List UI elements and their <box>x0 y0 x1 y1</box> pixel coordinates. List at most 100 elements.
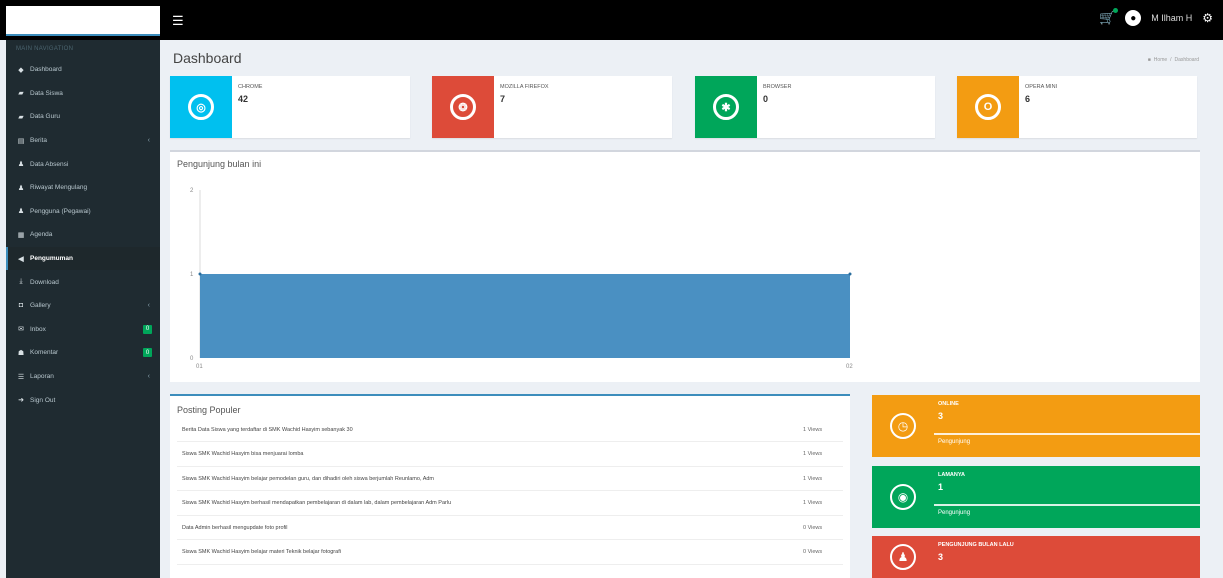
sidebar-item-data-siswa[interactable]: ▰ Data Siswa <box>6 82 160 106</box>
cart-icon[interactable]: 🛒 <box>1099 8 1119 26</box>
logo-area[interactable] <box>6 6 160 36</box>
sidebar-item-gallery[interactable]: ◘ Gallery ‹ <box>6 294 160 318</box>
sidebar-item-label: Gallery <box>30 302 51 310</box>
hamburger-icon[interactable]: ☰ <box>172 13 184 29</box>
opera-icon: O <box>975 94 1001 120</box>
info-box-body: CHROME 42 <box>232 76 268 138</box>
info-box-value: 7 <box>500 94 506 104</box>
post-views: 1 Views <box>803 500 823 506</box>
sidebar-item-label: Inbox <box>30 325 46 333</box>
sidebar-item-data-guru[interactable]: ▰ Data Guru <box>6 105 160 129</box>
visitor-chart-box: 2 1 0 01 02 Pengunjung bulan ini <box>170 150 1200 382</box>
users-icon: ♟ <box>17 208 25 216</box>
stat-body: PENGUNJUNG BULAN LALU 3 <box>934 536 1200 578</box>
info-box-value: 0 <box>763 94 769 104</box>
sidebar-item-inbox[interactable]: ✉ Inbox 0 <box>6 318 160 342</box>
stat-description: Pengunjung <box>938 439 971 445</box>
info-box-opera-mini[interactable]: O OPERA MINI 6 <box>957 76 1197 138</box>
globe-icon: ◉ <box>890 484 916 510</box>
post-title[interactable]: Siswa SMK Wachid Hasyim bisa menjuarai l… <box>177 451 803 457</box>
popular-posts-title: Posting Populer <box>177 405 241 415</box>
sidebar-item-laporan[interactable]: ☰ Laporan ‹ <box>6 365 160 389</box>
stat-icon: ◉ <box>872 466 934 528</box>
notification-dot <box>1113 8 1119 13</box>
sidebar-item-label: Agenda <box>30 231 53 239</box>
sidebar-item-data-absensi[interactable]: ♟ Data Absensi <box>6 152 160 176</box>
info-box-icon: ✱ <box>695 76 757 138</box>
stat-progress-bar <box>934 504 1200 506</box>
post-row[interactable]: Siswa SMK Wachid Hasyim bisa menjuarai l… <box>177 443 843 467</box>
users-icon: ♟ <box>890 544 916 570</box>
sidebar-item-berita[interactable]: ▤ Berita ‹ <box>6 129 160 153</box>
user-name[interactable]: M Ilham H <box>1151 13 1192 23</box>
sidebar-item-sign-out[interactable]: ➜ Sign Out <box>6 388 160 412</box>
stat-value: 3 <box>938 552 944 562</box>
sidebar-item-label: Sign Out <box>30 396 56 404</box>
sidebar-item-pengumuman[interactable]: ◀ Pengumuman <box>6 246 160 271</box>
post-title[interactable]: Data Admin berhasil mengupdate foto prof… <box>177 525 803 531</box>
sidebar-item-komentar[interactable]: ☗ Komentar 0 <box>6 341 160 365</box>
navbar-right: 🛒 ● M Ilham H ⚙ <box>1099 8 1213 26</box>
sidebar-item-label: Pengumuman <box>30 255 73 263</box>
sidebar-item-download[interactable]: ⤓ Download <box>6 270 160 294</box>
data-point[interactable] <box>848 272 852 276</box>
sidebar-header: MAIN NAVIGATION <box>16 46 74 52</box>
stat-box-lamanya[interactable]: ◉ LAMANYA 1 Pengunjung <box>872 466 1200 528</box>
page-title: Dashboard <box>173 50 242 66</box>
download-icon: ⤓ <box>19 278 23 286</box>
bullhorn-icon: ◀ <box>18 255 24 263</box>
home-icon: ◆ <box>18 66 24 74</box>
post-title[interactable]: Berita Data Siswa yang terdaftar di SMK … <box>177 427 803 433</box>
info-box-label: BROWSER <box>763 84 792 90</box>
post-row[interactable]: Data Admin berhasil mengupdate foto prof… <box>177 516 843 540</box>
envelope-icon: ✉ <box>18 326 24 334</box>
info-box-mozilla-firefox[interactable]: ❂ MOZILLA FIREFOX 7 <box>432 76 672 138</box>
post-views: 0 Views <box>803 549 823 555</box>
sidebar: MAIN NAVIGATION ◆ Dashboard ▰ Data Siswa ▰ Da… <box>6 40 160 578</box>
sidebar-item-riwayat-mengulang[interactable]: ♟ Riwayat Mengulang <box>6 176 160 200</box>
info-box-label: MOZILLA FIREFOX <box>500 84 549 90</box>
list-icon: ☰ <box>17 373 25 381</box>
breadcrumb-home[interactable]: Home <box>1154 57 1167 63</box>
users-icon: ♟ <box>17 184 25 192</box>
post-title[interactable]: Siswa SMK Wachid Hasyim belajar pemodela… <box>177 476 803 482</box>
y-tick-label: 1 <box>190 272 194 278</box>
sidebar-item-label: Riwayat Mengulang <box>30 184 88 192</box>
calendar-icon: ▦ <box>17 231 25 239</box>
info-box-icon: ❂ <box>432 76 494 138</box>
data-point[interactable] <box>198 272 202 276</box>
top-navbar: ☰ 🛒 ● M Ilham H ⚙ <box>0 0 1223 40</box>
post-row[interactable]: Siswa SMK Wachid Hasyim berhasil mendapa… <box>177 492 843 516</box>
stat-box-pengunjung-bulan-lalu[interactable]: ♟ PENGUNJUNG BULAN LALU 3 <box>872 536 1200 578</box>
visitor-chart: 2 1 001 02 <box>190 188 853 370</box>
sidebar-item-label: Berita <box>30 137 47 145</box>
post-row[interactable]: Siswa SMK Wachid Hasyim belajar pemodela… <box>177 467 843 491</box>
sidebar-item-dashboard[interactable]: ◆ Dashboard <box>6 58 160 82</box>
post-title[interactable]: Siswa SMK Wachid Hasyim belajar materi T… <box>177 549 803 555</box>
post-row[interactable]: Berita Data Siswa yang terdaftar di SMK … <box>177 418 843 442</box>
firefox-icon: ❂ <box>450 94 476 120</box>
sidebar-item-label: Data Absensi <box>30 160 69 168</box>
stat-icon: ♟ <box>872 536 934 578</box>
info-box-body: BROWSER 0 <box>757 76 797 138</box>
chart-title: Pengunjung bulan ini <box>177 159 262 169</box>
sidebar-item-pengguna-pegawai[interactable]: ♟ Pengguna (Pegawai) <box>6 200 160 224</box>
post-row[interactable]: Siswa SMK Wachid Hasyim belajar materi T… <box>177 541 843 565</box>
post-title[interactable]: Siswa SMK Wachid Hasyim berhasil mendapa… <box>177 500 803 506</box>
sidebar-item-agenda[interactable]: ▦ Agenda <box>6 223 160 247</box>
x-tick-label: 02 <box>846 364 853 370</box>
count-badge: 0 <box>143 348 152 358</box>
stat-progress-bar <box>934 433 1200 435</box>
breadcrumb: ■ Home / Dashboard <box>1148 57 1199 63</box>
stat-box-online[interactable]: ◷ ONLINE 3 Pengunjung <box>872 395 1200 457</box>
post-views: 0 Views <box>803 524 823 531</box>
info-box-icon: ◎ <box>170 76 232 138</box>
info-box-body: MOZILLA FIREFOX 7 <box>494 76 555 138</box>
info-box-browser[interactable]: ✱ BROWSER 0 <box>695 76 935 138</box>
gear-icon[interactable]: ⚙ <box>1202 11 1213 25</box>
info-box-chrome[interactable]: ◎ CHROME 42 <box>170 76 410 138</box>
avatar[interactable]: ● <box>1125 10 1142 26</box>
comments-icon: ☗ <box>17 349 25 357</box>
home-icon[interactable]: ■ <box>1148 57 1151 63</box>
info-box-label: OPERA MINI <box>1025 84 1058 90</box>
